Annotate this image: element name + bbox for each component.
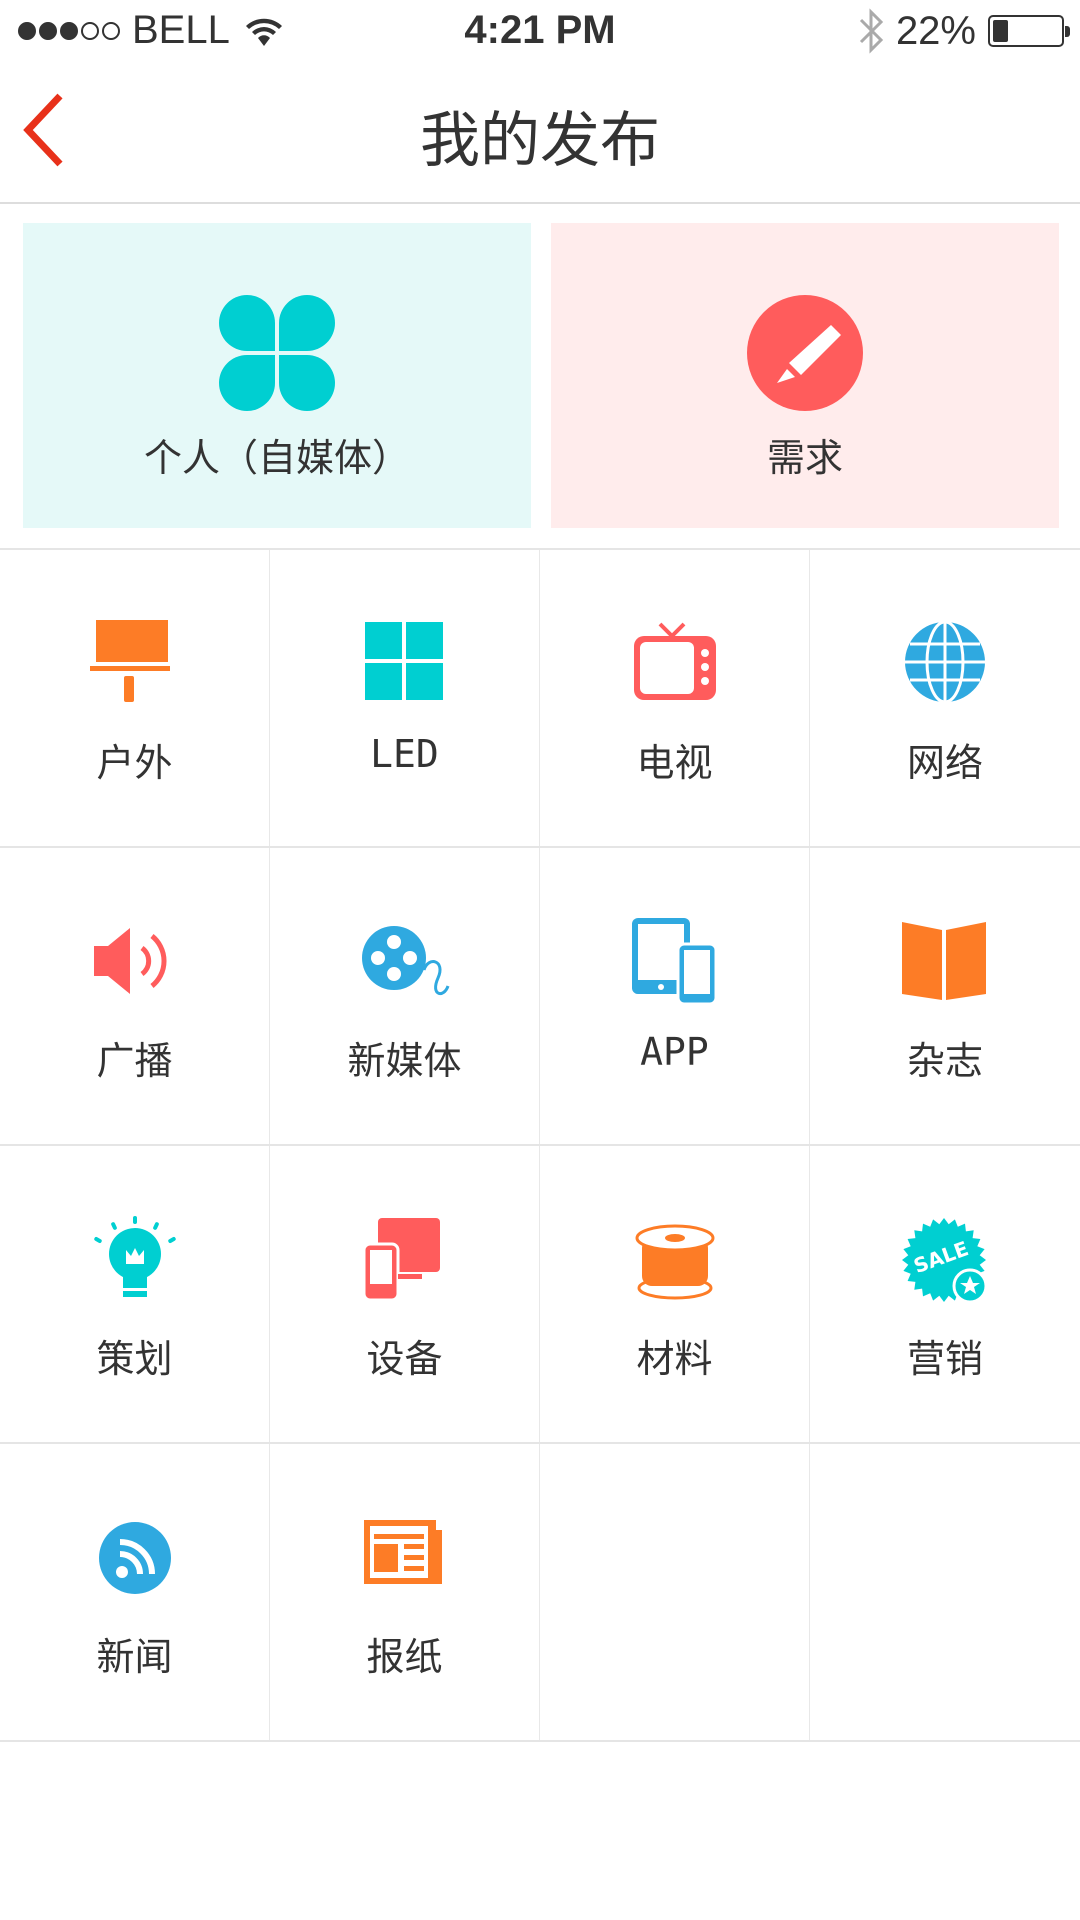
battery-icon	[988, 15, 1070, 47]
category-label: 杂志	[906, 1039, 983, 1083]
category-network[interactable]: 网络	[810, 550, 1080, 846]
led-grid-icon	[364, 622, 443, 700]
category-news[interactable]: 新闻	[0, 1444, 270, 1740]
lightbulb-icon	[93, 1216, 176, 1297]
category-label: 户外	[96, 741, 173, 785]
category-label: 材料	[636, 1337, 713, 1381]
film-reel-icon	[361, 926, 449, 995]
category-label: 广播	[96, 1039, 173, 1083]
category-equipment[interactable]: 设备	[270, 1146, 540, 1442]
battery-percent: 22%	[895, 8, 976, 53]
category-label: APP	[640, 1030, 709, 1074]
category-label: 报纸	[366, 1635, 443, 1679]
category-tv[interactable]: 电视	[540, 550, 810, 846]
page-title: 我的发布	[420, 106, 660, 176]
rss-icon	[98, 1522, 171, 1594]
category-label: LED	[370, 732, 439, 776]
equipment-icon	[362, 1218, 440, 1302]
category-label: 网络	[906, 741, 983, 785]
category-label: 营销	[906, 1337, 983, 1381]
pencil-circle-icon	[747, 295, 863, 411]
empty-cell	[810, 1444, 1080, 1740]
card-personal[interactable]: 个人（自媒体）	[23, 223, 531, 528]
category-magazine[interactable]: 杂志	[810, 848, 1080, 1144]
tv-icon	[633, 622, 716, 700]
nav-bar: 我的发布	[0, 60, 1080, 204]
category-label: 策划	[96, 1337, 173, 1381]
status-bar: BELL 4:21 PM 22%	[0, 0, 1080, 60]
category-label: 新媒体	[347, 1039, 462, 1083]
card-demand[interactable]: 需求	[551, 223, 1059, 528]
card-label: 个人（自媒体）	[143, 436, 410, 480]
category-label: 设备	[366, 1337, 443, 1381]
category-marketing[interactable]: SALE 营销	[810, 1146, 1080, 1442]
category-outdoor[interactable]: 户外	[0, 550, 270, 846]
category-radio[interactable]: 广播	[0, 848, 270, 1144]
speaker-icon	[93, 928, 166, 994]
category-label: 新闻	[96, 1635, 173, 1679]
category-grid: 户外 LED 电视 网络 广播 新媒体 APP 杂志 策划 设备 材料 SALE…	[0, 548, 1080, 1742]
category-new-media[interactable]: 新媒体	[270, 848, 540, 1144]
sale-badge-icon: SALE	[902, 1218, 988, 1304]
category-led[interactable]: LED	[270, 550, 540, 846]
card-label: 需求	[766, 436, 843, 480]
globe-icon	[905, 620, 985, 704]
magazine-icon	[902, 922, 986, 1000]
newspaper-icon	[363, 1520, 442, 1584]
devices-icon	[631, 918, 717, 1006]
category-label: 电视	[636, 741, 713, 785]
spool-icon	[635, 1224, 714, 1300]
category-app[interactable]: APP	[540, 848, 810, 1144]
category-newspaper[interactable]: 报纸	[270, 1444, 540, 1740]
category-planning[interactable]: 策划	[0, 1146, 270, 1442]
clover-icon	[219, 295, 335, 411]
category-materials[interactable]: 材料	[540, 1146, 810, 1442]
billboard-icon	[89, 620, 170, 702]
bluetooth-icon	[859, 8, 884, 54]
empty-cell	[540, 1444, 810, 1740]
